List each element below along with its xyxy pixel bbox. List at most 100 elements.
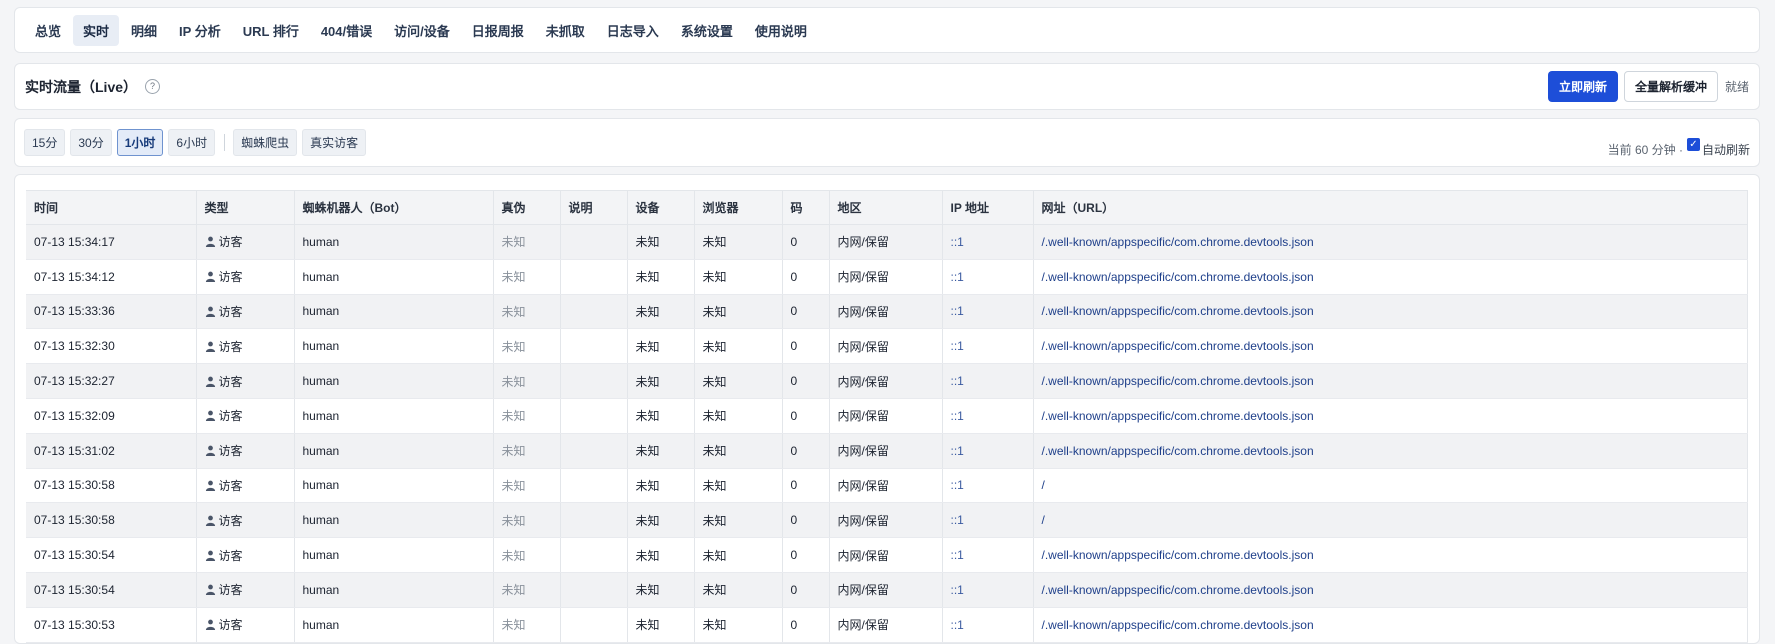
cell-region: 内网/保留 (829, 572, 943, 608)
auto-refresh-label: 自动刷新 (1701, 143, 1750, 157)
divider (224, 134, 226, 151)
cell-type: 访客 (196, 363, 295, 399)
cell-ip[interactable]: ::1 (942, 328, 1034, 365)
cell-url[interactable]: /.well-known/appspecific/com.chrome.devt… (1033, 363, 1748, 399)
cell-browser: 未知 (694, 607, 783, 643)
cell-url[interactable]: /.well-known/appspecific/com.chrome.devt… (1033, 398, 1748, 434)
cell-device: 未知 (627, 259, 695, 295)
cell-ip[interactable]: ::1 (942, 294, 1034, 330)
cell-ip[interactable]: ::1 (942, 537, 1034, 573)
nav-item-2[interactable]: 明细 (121, 15, 167, 46)
nav-item-8[interactable]: 未抓取 (536, 15, 595, 46)
nav-item-7[interactable]: 日报周报 (462, 15, 534, 46)
cell-auth: 未知 (493, 294, 561, 330)
cell-url[interactable]: /.well-known/appspecific/com.chrome.devt… (1033, 328, 1748, 365)
flush-buffer-button[interactable]: 全量解析缓冲 (1623, 71, 1718, 102)
cell-browser: 未知 (694, 398, 783, 434)
nav-item-4[interactable]: URL 排行 (233, 15, 309, 46)
table-row[interactable]: 07-13 15:30:58 访客 human 未知 未知 未知 0 内网/保留::1/ (26, 468, 1748, 504)
nav-item-10[interactable]: 系统设置 (671, 15, 743, 46)
column-header-8[interactable]: 地区 (829, 190, 943, 225)
refresh-now-button[interactable]: 立即刷新 (1547, 71, 1618, 102)
type-label: 访客 (218, 444, 243, 459)
cell-bot: human (294, 363, 494, 399)
nav-item-1[interactable]: 实时 (73, 14, 120, 46)
cell-ip[interactable]: ::1 (942, 224, 1034, 260)
nav-item-11[interactable]: 使用说明 (745, 15, 817, 46)
column-header-9[interactable]: IP 地址 (942, 190, 1034, 225)
column-header-2[interactable]: 蜘蛛机器人（Bot） (294, 190, 494, 225)
column-header-0[interactable]: 时间 (26, 190, 197, 225)
nav-item-5[interactable]: 404/错误 (311, 15, 382, 46)
column-header-3[interactable]: 真伪 (493, 190, 561, 225)
table-row[interactable]: 07-13 15:32:09 访客 human 未知 未知 未知 0 内网/保留::1/.we… (26, 398, 1748, 434)
table-row[interactable]: 07-13 15:33:36 访客 human 未知 未知 未知 0 内网/保留::1/.we… (26, 294, 1748, 330)
nav-item-9[interactable]: 日志导入 (597, 15, 669, 46)
range-chip-0[interactable]: 15分 (24, 129, 66, 156)
cell-ip[interactable]: ::1 (942, 607, 1034, 643)
column-header-5[interactable]: 设备 (627, 190, 695, 225)
column-header-10[interactable]: 网址（URL） (1033, 190, 1748, 225)
cell-url[interactable]: / (1033, 502, 1748, 539)
cell-bot: human (294, 294, 494, 330)
cell-ip[interactable]: ::1 (942, 468, 1034, 504)
nav-item-3[interactable]: IP 分析 (169, 15, 231, 46)
cell-auth: 未知 (493, 433, 561, 469)
cell-url[interactable]: /.well-known/appspecific/com.chrome.devt… (1033, 224, 1748, 260)
cell-note (560, 502, 628, 539)
cell-type: 访客 (196, 468, 295, 504)
nav-item-6[interactable]: 访问/设备 (384, 15, 460, 46)
cell-url[interactable]: /.well-known/appspecific/com.chrome.devt… (1033, 294, 1748, 330)
type-label: 访客 (218, 374, 243, 389)
cell-device: 未知 (627, 294, 695, 330)
cell-type: 访客 (196, 259, 295, 295)
cell-ip[interactable]: ::1 (942, 433, 1034, 469)
nav-item-0[interactable]: 总览 (25, 15, 71, 46)
column-header-7[interactable]: 码 (782, 190, 830, 225)
table-row[interactable]: 07-13 15:32:30 访客 human 未知 未知 未知 0 内网/保留::1/.we… (26, 328, 1748, 365)
cell-url[interactable]: /.well-known/appspecific/com.chrome.devt… (1033, 607, 1748, 643)
cell-url[interactable]: /.well-known/appspecific/com.chrome.devt… (1033, 433, 1748, 469)
cell-auth: 未知 (493, 572, 561, 608)
help-icon[interactable]: ? (145, 79, 161, 94)
table-row[interactable]: 07-13 15:30:58 访客 human 未知 未知 未知 0 内网/保留::1/ (26, 502, 1748, 539)
range-chip-1[interactable]: 30分 (70, 129, 112, 156)
cell-type: 访客 (196, 502, 295, 539)
table-row[interactable]: 07-13 15:30:54 访客 human 未知 未知 未知 0 内网/保留::1/.we… (26, 572, 1748, 608)
cell-url[interactable]: /.well-known/appspecific/com.chrome.devt… (1033, 259, 1748, 295)
table-row[interactable]: 07-13 15:30:53 访客 human 未知 未知 未知 0 内网/保留::1/.we… (26, 607, 1748, 643)
cell-url[interactable]: / (1033, 468, 1748, 504)
column-header-1[interactable]: 类型 (196, 190, 295, 225)
cell-bot: human (294, 607, 494, 643)
cell-ip[interactable]: ::1 (942, 363, 1034, 399)
table-row[interactable]: 07-13 15:34:12 访客 human 未知 未知 未知 0 内网/保留::1/.we… (26, 259, 1748, 295)
range-chip-2[interactable]: 1小时 (116, 129, 164, 156)
table-row[interactable]: 07-13 15:34:17 访客 human 未知 未知 未知 0 内网/保留::1/.we… (26, 224, 1748, 260)
cell-url[interactable]: /.well-known/appspecific/com.chrome.devt… (1033, 537, 1748, 573)
cell-region: 内网/保留 (829, 607, 943, 643)
cell-time: 07-13 15:30:58 (26, 468, 197, 504)
person-icon (205, 376, 216, 387)
cell-ip[interactable]: ::1 (942, 398, 1034, 434)
type-chip-1[interactable]: 真实访客 (302, 129, 367, 156)
type-chip-0[interactable]: 蜘蛛爬虫 (233, 129, 298, 156)
cell-ip[interactable]: ::1 (942, 259, 1034, 295)
table-row[interactable]: 07-13 15:31:02 访客 human 未知 未知 未知 0 内网/保留::1/.we… (26, 433, 1748, 469)
cell-region: 内网/保留 (829, 328, 943, 365)
cell-url[interactable]: /.well-known/appspecific/com.chrome.devt… (1033, 572, 1748, 608)
type-label: 访客 (218, 618, 243, 633)
cell-ip[interactable]: ::1 (942, 572, 1034, 608)
table-row[interactable]: 07-13 15:30:54 访客 human 未知 未知 未知 0 内网/保留::1/.we… (26, 537, 1748, 573)
auto-refresh-checkbox[interactable]: ✓ (1686, 138, 1700, 151)
column-header-6[interactable]: 浏览器 (694, 190, 783, 225)
page-title: 实时流量（Live） (25, 78, 138, 95)
cell-device: 未知 (627, 433, 695, 469)
table-row[interactable]: 07-13 15:32:27 访客 human 未知 未知 未知 0 内网/保留::1/.we… (26, 363, 1748, 399)
table-body: 07-13 15:34:17 访客 human 未知 未知 未知 0 内网/保留::1/.we… (26, 224, 1748, 643)
cell-type: 访客 (196, 294, 295, 330)
range-chips: 15分 30分 1小时 6小时 (24, 129, 220, 156)
cell-browser: 未知 (694, 537, 783, 573)
column-header-4[interactable]: 说明 (560, 190, 628, 225)
cell-ip[interactable]: ::1 (942, 502, 1034, 539)
range-chip-3[interactable]: 6小时 (168, 129, 216, 156)
